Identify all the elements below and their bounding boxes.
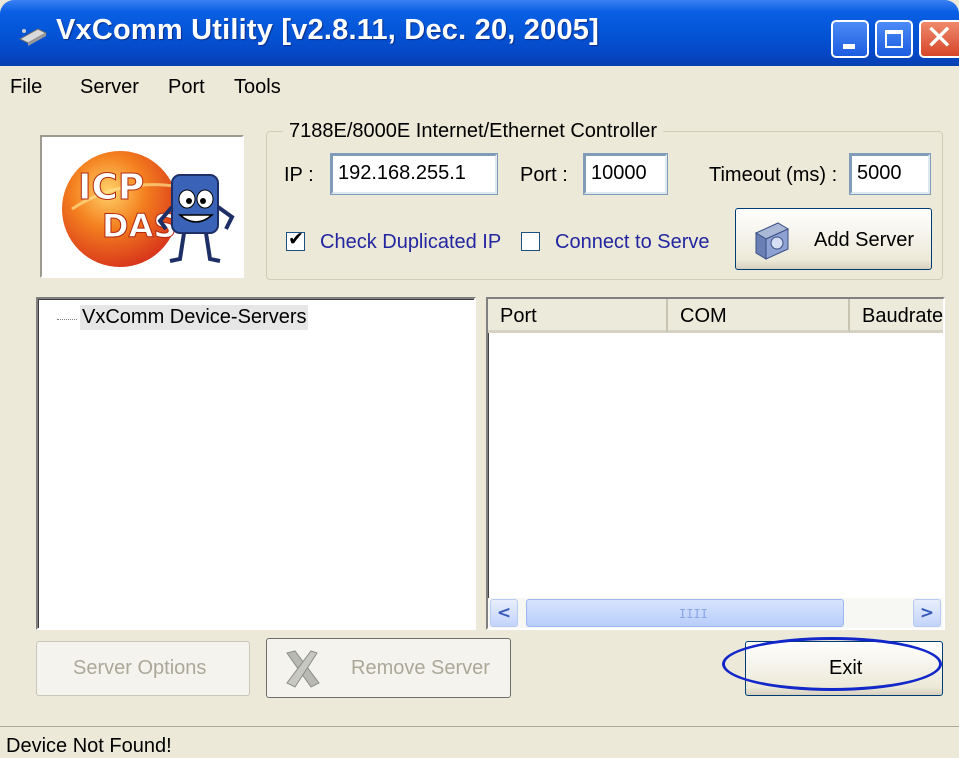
logo-text-top: ICP — [78, 167, 144, 208]
icpdas-logo: ICP DAS — [40, 135, 244, 278]
logo-graphic: ICP DAS — [62, 151, 235, 267]
chevron-left-icon: < — [496, 603, 512, 623]
device-server-tree[interactable] — [36, 297, 476, 630]
scroll-thumb[interactable]: IIII — [526, 599, 844, 627]
checkmark-icon: ✔ — [288, 228, 304, 250]
tree-root-item[interactable]: VxComm Device-Servers — [80, 305, 309, 330]
exit-label: Exit — [829, 657, 863, 679]
menu-port[interactable]: Port — [168, 76, 205, 99]
exit-button[interactable]: Exit — [745, 641, 943, 696]
column-header-port[interactable]: Port — [488, 299, 668, 333]
ip-label: IP : — [284, 164, 314, 186]
add-server-button[interactable]: Add Server — [735, 208, 932, 270]
port-input[interactable]: 10000 — [583, 153, 668, 195]
menu-file[interactable]: File — [10, 76, 42, 99]
timeout-label: Timeout (ms) : — [709, 164, 838, 186]
scroll-right-button[interactable]: > — [913, 599, 941, 627]
server-options-label: Server Options — [73, 657, 207, 679]
horizontal-scrollbar[interactable]: < IIII > — [488, 598, 943, 628]
minimize-icon — [843, 44, 855, 49]
close-button[interactable]: ✕ — [919, 18, 959, 58]
title-bar[interactable]: VxComm Utility [v2.8.11, Dec. 20, 2005] … — [0, 0, 959, 66]
column-header-baudrate[interactable]: Baudrate — [850, 299, 943, 333]
server-options-button[interactable]: Server Options — [36, 641, 250, 696]
vxcomm-window: VxComm Utility [v2.8.11, Dec. 20, 2005] … — [0, 0, 959, 758]
remove-server-button[interactable]: Remove Server — [266, 638, 511, 698]
tree-connector — [57, 319, 77, 320]
menu-tools[interactable]: Tools — [234, 76, 281, 99]
menu-bar — [0, 66, 959, 106]
port-list[interactable]: Port COM Baudrate < IIII > — [486, 297, 945, 630]
server-module-icon — [754, 222, 790, 260]
add-server-label: Add Server — [814, 229, 915, 251]
port-label: Port : — [520, 164, 568, 186]
minimize-button[interactable] — [831, 20, 869, 58]
maximize-icon — [885, 30, 903, 48]
maximize-button[interactable] — [875, 20, 913, 58]
controller-group-legend: 7188E/8000E Internet/Ethernet Controller — [283, 120, 664, 143]
window-title: VxComm Utility [v2.8.11, Dec. 20, 2005] — [56, 14, 599, 46]
column-header-com[interactable]: COM — [668, 299, 850, 333]
connect-to-server-checkbox[interactable] — [521, 232, 540, 251]
close-icon: ✕ — [925, 18, 954, 58]
remove-x-icon — [286, 650, 320, 688]
check-duplicated-ip-checkbox[interactable]: ✔ — [286, 228, 305, 251]
grip-icon: IIII — [679, 607, 708, 621]
connect-to-server-label[interactable]: Connect to Serve — [555, 231, 710, 254]
check-duplicated-ip-label[interactable]: Check Duplicated IP — [320, 231, 501, 254]
app-icon — [18, 28, 48, 46]
remove-server-label: Remove Server — [351, 657, 490, 679]
ip-input[interactable]: 192.168.255.1 — [330, 153, 498, 195]
status-bar: Device Not Found! — [0, 726, 959, 758]
status-text: Device Not Found! — [6, 735, 172, 757]
scroll-left-button[interactable]: < — [490, 599, 518, 627]
chevron-right-icon: > — [919, 603, 935, 623]
menu-server[interactable]: Server — [80, 76, 139, 99]
timeout-input[interactable]: 5000 — [849, 153, 931, 195]
